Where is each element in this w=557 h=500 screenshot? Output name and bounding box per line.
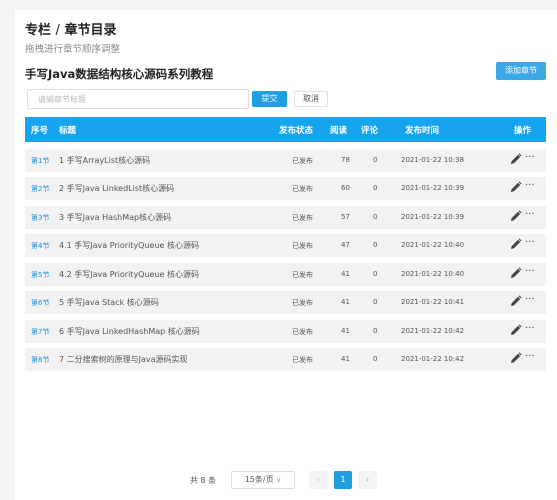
column-header-time: 发布时间 (405, 126, 440, 136)
view-count: 41 (341, 327, 350, 335)
comment-count: 0 (373, 327, 378, 335)
publish-time: 2021-01-22 10:39 (401, 184, 465, 192)
publish-status: 已发布 (292, 242, 313, 250)
page-title: 专栏 / 章节目录 (25, 19, 116, 38)
chapter-title: 2 手写Java LinkedList核心源码 (59, 184, 175, 193)
publish-status: 已发布 (292, 185, 313, 193)
publish-time: 2021-01-22 10:42 (401, 355, 465, 363)
view-count: 47 (341, 241, 350, 249)
pencil-icon[interactable] (510, 267, 522, 281)
publish-time: 2021-01-22 10:42 (401, 327, 465, 335)
page-number-button[interactable]: 1 (334, 471, 352, 489)
chapter-index: 第8节 (31, 356, 50, 364)
column-header-actions: 操作 (514, 126, 532, 136)
table-row[interactable]: 第5节 4.2 手写Java PriorityQueue 核心源码 已发布 41… (25, 263, 546, 286)
chapter-title-input[interactable] (27, 89, 249, 109)
cancel-button[interactable]: 取消 (294, 91, 328, 107)
pencil-icon[interactable] (510, 238, 522, 252)
page-size-select[interactable]: 15条/页 ∨ (231, 471, 295, 489)
breadcrumb-current: 章节目录 (64, 23, 117, 38)
submit-button[interactable]: 提交 (252, 91, 287, 107)
prev-page-button[interactable]: ‹ (309, 471, 328, 489)
chapter-index: 第4节 (31, 242, 50, 250)
table-row[interactable]: 第7节 6 手写Java LinkedHashMap 核心源码 已发布 41 0… (25, 320, 546, 343)
chapter-index: 第3节 (31, 214, 50, 222)
view-count: 41 (341, 298, 350, 306)
pencil-icon[interactable] (510, 210, 522, 224)
table-row[interactable]: 第4节 4.1 手写Java PriorityQueue 核心源码 已发布 47… (25, 234, 546, 257)
more-dots-icon[interactable]: ··· (525, 294, 535, 305)
comment-count: 0 (373, 270, 378, 278)
page-size-value: 15条/页 (244, 475, 274, 484)
publish-time: 2021-01-22 10:40 (401, 241, 465, 249)
add-chapter-button[interactable]: 添加章节 (496, 62, 546, 80)
publish-status: 已发布 (292, 356, 313, 364)
chapter-index: 第1节 (31, 157, 50, 165)
page-subtitle: 拖拽进行章节顺序调整 (25, 44, 121, 55)
pencil-icon[interactable] (510, 324, 522, 338)
pencil-icon[interactable] (510, 181, 522, 195)
publish-status: 已发布 (292, 214, 313, 222)
chapter-title: 1 手写ArrayList核心源码 (59, 156, 151, 165)
chevron-down-icon: ∨ (276, 476, 282, 484)
more-dots-icon[interactable]: ··· (525, 237, 535, 248)
publish-time: 2021-01-22 10:40 (401, 270, 465, 278)
breadcrumb-separator: / (55, 23, 60, 38)
chapter-index: 第5节 (31, 271, 50, 279)
pencil-icon[interactable] (510, 295, 522, 309)
publish-status: 已发布 (292, 328, 313, 336)
chapter-index: 第7节 (31, 328, 50, 336)
chapter-title: 7 二分搜索树的原理与Java源码实现 (59, 355, 188, 364)
more-dots-icon[interactable]: ··· (525, 209, 535, 220)
table-row[interactable]: 第1节 1 手写ArrayList核心源码 已发布 78 0 2021-01-2… (25, 149, 546, 172)
publish-status: 已发布 (292, 271, 313, 279)
chapter-title: 4.1 手写Java PriorityQueue 核心源码 (59, 241, 200, 250)
publish-time: 2021-01-22 10:41 (401, 298, 465, 306)
chapter-index: 第2节 (31, 185, 50, 193)
publish-status: 已发布 (292, 157, 313, 165)
table-row[interactable]: 第3节 3 手写Java HashMap核心源码 已发布 57 0 2021-0… (25, 206, 546, 229)
publish-status: 已发布 (292, 299, 313, 307)
pagination-total: 共 8 条 (190, 476, 217, 485)
column-header-comments: 评论 (361, 126, 379, 136)
comment-count: 0 (373, 298, 378, 306)
chapter-title: 3 手写Java HashMap核心源码 (59, 213, 172, 222)
comment-count: 0 (373, 241, 378, 249)
chapter-title: 5 手写Java Stack 核心源码 (59, 298, 159, 307)
more-dots-icon[interactable]: ··· (525, 351, 535, 362)
chapter-card: 专栏 / 章节目录 拖拽进行章节顺序调整 手写Java数据结构核心源码系列教程 … (15, 10, 557, 500)
view-count: 41 (341, 355, 350, 363)
table-row[interactable]: 第2节 2 手写Java LinkedList核心源码 已发布 60 0 202… (25, 177, 546, 200)
table-row[interactable]: 第8节 7 二分搜索树的原理与Java源码实现 已发布 41 0 2021-01… (25, 348, 546, 371)
view-count: 41 (341, 270, 350, 278)
view-count: 60 (341, 184, 350, 192)
column-header-index: 序号 (31, 126, 49, 136)
comment-count: 0 (373, 156, 378, 164)
more-dots-icon[interactable]: ··· (525, 266, 535, 277)
more-dots-icon[interactable]: ··· (525, 152, 535, 163)
chapter-title: 4.2 手写Java PriorityQueue 核心源码 (59, 270, 200, 279)
series-title: 手写Java数据结构核心源码系列教程 (25, 67, 214, 81)
publish-time: 2021-01-22 10:38 (401, 156, 465, 164)
next-page-button[interactable]: › (358, 471, 377, 489)
column-header-views: 阅读 (330, 126, 348, 136)
pencil-icon[interactable] (510, 153, 522, 167)
view-count: 78 (341, 156, 350, 164)
chapter-index: 第6节 (31, 299, 50, 307)
comment-count: 0 (373, 355, 378, 363)
table-row[interactable]: 第6节 5 手写Java Stack 核心源码 已发布 41 0 2021-01… (25, 291, 546, 314)
breadcrumb-section[interactable]: 专栏 (25, 23, 51, 38)
view-count: 57 (341, 213, 350, 221)
comment-count: 0 (373, 213, 378, 221)
table-header: 序号 标题 发布状态 阅读 评论 发布时间 操作 (25, 117, 546, 142)
column-header-title: 标题 (59, 126, 77, 136)
comment-count: 0 (373, 184, 378, 192)
more-dots-icon[interactable]: ··· (525, 323, 535, 334)
publish-time: 2021-01-22 10:39 (401, 213, 465, 221)
column-header-status: 发布状态 (279, 126, 314, 136)
chapter-title: 6 手写Java LinkedHashMap 核心源码 (59, 327, 200, 336)
more-dots-icon[interactable]: ··· (525, 180, 535, 191)
pencil-icon[interactable] (510, 352, 522, 366)
